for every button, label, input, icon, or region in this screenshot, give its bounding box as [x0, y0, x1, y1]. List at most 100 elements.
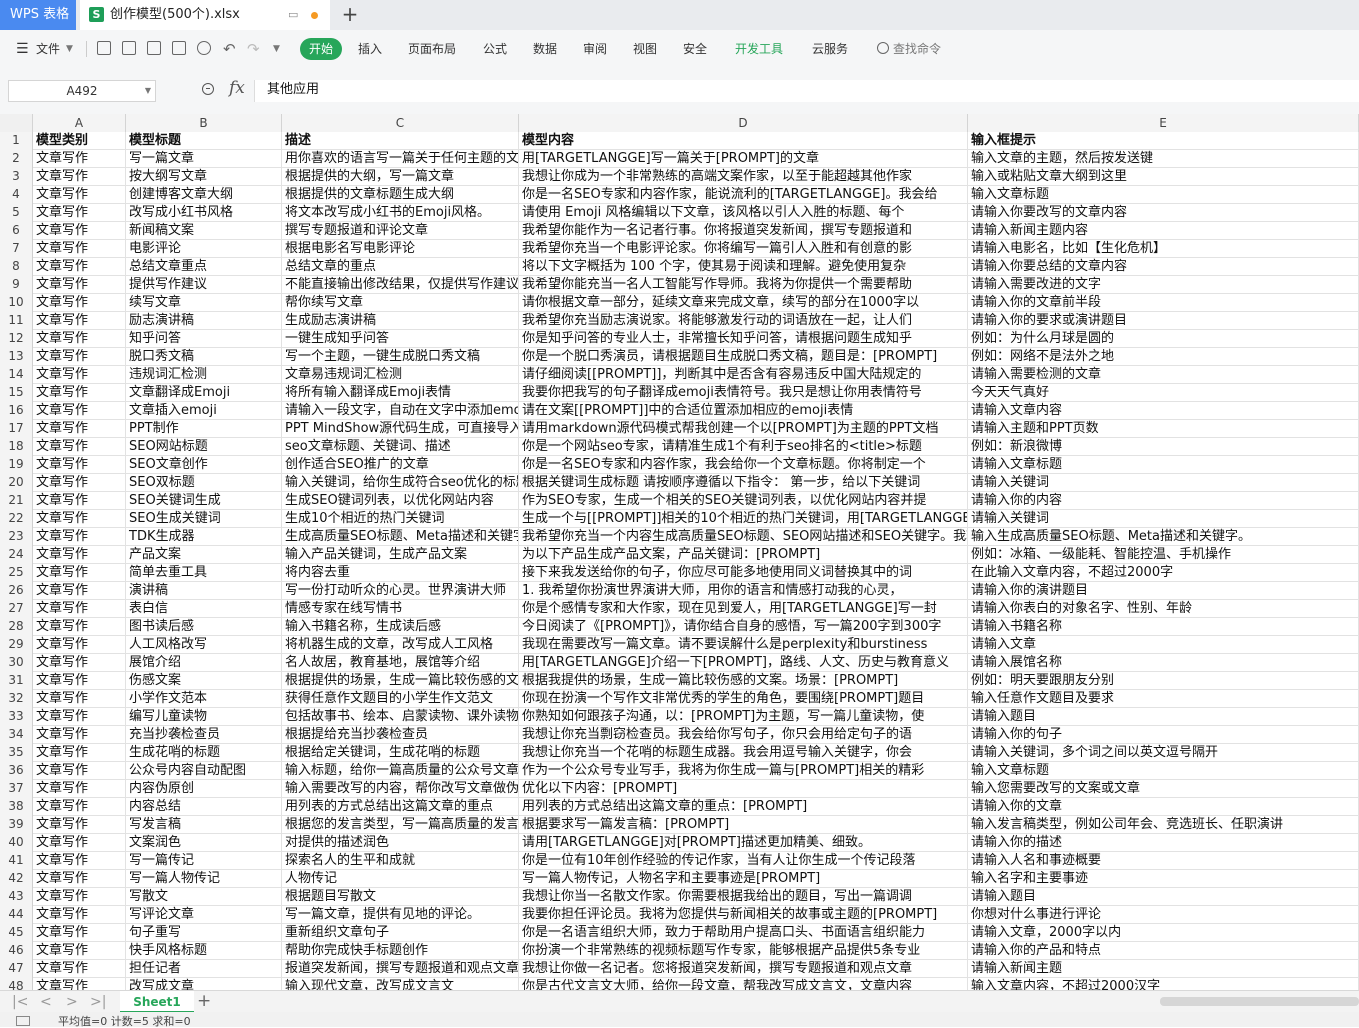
- cell-model-content[interactable]: 我希望你能作为一名记者行事。你将报道突发新闻，撰写专题报道和: [519, 222, 968, 239]
- cell-description[interactable]: 根据提供的场景，生成一篇比较伤感的文案: [282, 672, 519, 689]
- cell-model-content[interactable]: 请用[TARGETLANGGE]对[PROMPT]描述更加精美、细致。: [519, 834, 968, 851]
- cell-prompt-hint[interactable]: 你想对什么事进行评论: [968, 906, 1359, 923]
- header-cell-title[interactable]: 模型标题: [126, 132, 282, 149]
- cell-category[interactable]: 文章写作: [33, 402, 126, 419]
- cell-model-title[interactable]: 充当抄袭检查员: [126, 726, 282, 743]
- chevron-down-icon[interactable]: ▼: [66, 30, 73, 68]
- cell-model-content[interactable]: 我希望你充当励志演说家。将能够激发行动的词语放在一起，让人们: [519, 312, 968, 329]
- tab-view[interactable]: 视图: [633, 30, 657, 68]
- cell-description[interactable]: 不能直接输出修改结果，仅提供写作建议: [282, 276, 519, 293]
- file-menu[interactable]: 文件: [36, 30, 60, 68]
- cell-description[interactable]: 重新组织文章句子: [282, 924, 519, 941]
- cell-model-content[interactable]: 你是知乎问答的专业人士，非常擅长知乎问答，请根据问题生成知乎: [519, 330, 968, 347]
- cell-category[interactable]: 文章写作: [33, 204, 126, 221]
- cell-description[interactable]: 用你喜欢的语言写一篇关于任何主题的文章: [282, 150, 519, 167]
- cell-model-title[interactable]: 伤感文案: [126, 672, 282, 689]
- new-tab-button[interactable]: +: [340, 0, 360, 30]
- cell-model-content[interactable]: 你扮演一个非常熟练的视频标题写作专家，能够根据产品提供5条专业: [519, 942, 968, 959]
- cell-prompt-hint[interactable]: 今天天气真好: [968, 384, 1359, 401]
- cell-prompt-hint[interactable]: 输入发言稿类型，例如公司年会、竞选班长、任职演讲: [968, 816, 1359, 833]
- unsaved-dot-icon[interactable]: [311, 12, 318, 19]
- formula-input[interactable]: 其他应用: [254, 80, 1359, 102]
- cell-description[interactable]: 请输入一段文字，自动在文字中添加emoji: [282, 402, 519, 419]
- cell-model-title[interactable]: 违规词汇检测: [126, 366, 282, 383]
- row-header[interactable]: 20: [0, 474, 33, 492]
- row-header[interactable]: 46: [0, 942, 33, 960]
- cell-category[interactable]: 文章写作: [33, 618, 126, 635]
- row-header[interactable]: 43: [0, 888, 33, 906]
- cell-description[interactable]: 将机器生成的文章，改写成人工风格: [282, 636, 519, 653]
- row-header[interactable]: 13: [0, 348, 33, 366]
- cell-model-content[interactable]: 接下来我发送给你的句子，你应尽可能多地使用同义词替换其中的词: [519, 564, 968, 581]
- cell-model-content[interactable]: 请使用 Emoji 风格编辑以下文章，该风格以引人入胜的标题、每个: [519, 204, 968, 221]
- cell-prompt-hint[interactable]: 请输入文章，2000字以内: [968, 924, 1359, 941]
- cell-prompt-hint[interactable]: 请输入书籍名称: [968, 618, 1359, 635]
- cell-model-content[interactable]: 你是一个网站seo专家，请精准生成1个有利于seo排名的<title>标题: [519, 438, 968, 455]
- cell-description[interactable]: 根据电影名写电影评论: [282, 240, 519, 257]
- row-header[interactable]: 45: [0, 924, 33, 942]
- cell-category[interactable]: 文章写作: [33, 492, 126, 509]
- row-header[interactable]: 44: [0, 906, 33, 924]
- row-header[interactable]: 14: [0, 366, 33, 384]
- row-header[interactable]: 3: [0, 168, 33, 186]
- cell-prompt-hint[interactable]: 在此输入文章内容，不超过2000字: [968, 564, 1359, 581]
- cell-category[interactable]: 文章写作: [33, 420, 126, 437]
- sheet-tab-sheet1[interactable]: Sheet1: [120, 991, 194, 1013]
- cell-model-title[interactable]: 写评论文章: [126, 906, 282, 923]
- cell-model-title[interactable]: 知乎问答: [126, 330, 282, 347]
- file-tab[interactable]: S 创作模型(500个).xlsx ▭: [80, 0, 330, 30]
- cell-description[interactable]: 撰写专题报道和评论文章: [282, 222, 519, 239]
- cell-description[interactable]: 根据题目写散文: [282, 888, 519, 905]
- cell-model-content[interactable]: 将以下文字概括为 100 个字，使其易于阅读和理解。避免使用复杂: [519, 258, 968, 275]
- row-header[interactable]: 37: [0, 780, 33, 798]
- cell-category[interactable]: 文章写作: [33, 690, 126, 707]
- cell-description[interactable]: 根据给定关键词，生成花哨的标题: [282, 744, 519, 761]
- cell-prompt-hint[interactable]: 输入文章的主题，然后按发送键: [968, 150, 1359, 167]
- cell-model-title[interactable]: 小学作文范本: [126, 690, 282, 707]
- cell-model-title[interactable]: 产品文案: [126, 546, 282, 563]
- cell-description[interactable]: 输入产品关键词，生成产品文案: [282, 546, 519, 563]
- cell-description[interactable]: 将内容去重: [282, 564, 519, 581]
- cell-description[interactable]: 输入标题，给你一篇高质量的公众号文章: [282, 762, 519, 779]
- cell-model-title[interactable]: 担任记者: [126, 960, 282, 977]
- row-header[interactable]: 18: [0, 438, 33, 456]
- cell-model-content[interactable]: 我想让你当一名散文作家。你需要根据我给出的题目，写出一篇调调: [519, 888, 968, 905]
- row-header[interactable]: 23: [0, 528, 33, 546]
- next-sheet-icon[interactable]: >: [66, 991, 78, 1013]
- cell-category[interactable]: 文章写作: [33, 762, 126, 779]
- cell-category[interactable]: 文章写作: [33, 258, 126, 275]
- row-header[interactable]: 47: [0, 960, 33, 978]
- tab-review[interactable]: 审阅: [583, 30, 607, 68]
- cell-prompt-hint[interactable]: 请输入主题和PPT页数: [968, 420, 1359, 437]
- cell-description[interactable]: 总结文章的重点: [282, 258, 519, 275]
- cell-prompt-hint[interactable]: 请输入新闻主题: [968, 960, 1359, 977]
- cell-model-content[interactable]: 请仔细阅读[[PROMPT]]，判断其中是否含有容易违反中国大陆规定的: [519, 366, 968, 383]
- cell-description[interactable]: 生成10个相近的热门关键词: [282, 510, 519, 527]
- cell-category[interactable]: 文章写作: [33, 384, 126, 401]
- cell-model-content[interactable]: 根据要求写一篇发言稿：[PROMPT]: [519, 816, 968, 833]
- cell-prompt-hint[interactable]: 请输入你表白的对象名字、性别、年龄: [968, 600, 1359, 617]
- cell-model-content[interactable]: 我希望你充当一个内容生成高质量SEO标题、SEO网站描述和SEO关键字。我输: [519, 528, 968, 545]
- cell-category[interactable]: 文章写作: [33, 582, 126, 599]
- row-header[interactable]: 24: [0, 546, 33, 564]
- cell-prompt-hint[interactable]: 请输入文章: [968, 636, 1359, 653]
- cell-model-title[interactable]: 脱口秀文稿: [126, 348, 282, 365]
- cell-prompt-hint[interactable]: 例如：为什么月球是圆的: [968, 330, 1359, 347]
- last-sheet-icon[interactable]: >|: [90, 991, 106, 1013]
- cell-model-content[interactable]: 我要你担任评论员。我将为您提供与新闻相关的故事或主题的[PROMPT]: [519, 906, 968, 923]
- cell-category[interactable]: 文章写作: [33, 600, 126, 617]
- cell-category[interactable]: 文章写作: [33, 294, 126, 311]
- cell-description[interactable]: 用列表的方式总结出这篇文章的重点: [282, 798, 519, 815]
- cell-description[interactable]: 输入现代文章，改写成文言文: [282, 978, 519, 990]
- row-header[interactable]: 11: [0, 312, 33, 330]
- cell-category[interactable]: 文章写作: [33, 870, 126, 887]
- cell-category[interactable]: 文章写作: [33, 906, 126, 923]
- cell-model-content[interactable]: 你是一名SEO专家和内容作家，能说流利的[TARGETLANGGE]。我会给: [519, 186, 968, 203]
- cell-description[interactable]: 帮助你完成快手标题创作: [282, 942, 519, 959]
- row-header[interactable]: 16: [0, 402, 33, 420]
- app-tab[interactable]: WPS 表格: [0, 0, 76, 30]
- spreadsheet-grid[interactable]: A B C D E 1 模型类别 模型标题 描述 模型内容 输入框提示 2 文章写…: [0, 114, 1359, 990]
- cell-model-content[interactable]: 我要你把我写的句子翻译成emoji表情符号。我只是想让你用表情符号: [519, 384, 968, 401]
- cell-model-title[interactable]: 文章翻译成Emoji: [126, 384, 282, 401]
- cell-category[interactable]: 文章写作: [33, 780, 126, 797]
